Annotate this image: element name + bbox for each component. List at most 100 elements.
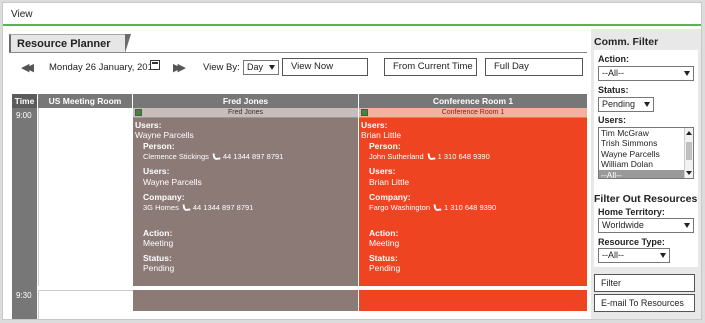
conference-room-header[interactable]: Conference Room 1 bbox=[359, 94, 587, 108]
chevron-down-icon bbox=[684, 71, 690, 76]
resource-planner-tab[interactable]: Resource Planner bbox=[9, 34, 131, 53]
comm-filter-panel: Action: --All-- Status: Pending Users: T… bbox=[594, 50, 698, 207]
view-by-value: Day bbox=[247, 62, 264, 72]
users-option[interactable]: Wayne Parcells bbox=[599, 149, 693, 159]
status-filter-select[interactable]: Pending bbox=[598, 97, 654, 112]
action-value: Meeting bbox=[143, 238, 174, 248]
time-slot-900: 9:00 bbox=[16, 111, 32, 120]
time-column: 9:00 9:30 bbox=[12, 108, 37, 319]
resource-type-select[interactable]: --All-- bbox=[598, 248, 670, 263]
users-option[interactable]: Trish Simmons bbox=[599, 138, 693, 148]
filter-out-panel: Home Territory: Worldwide Resource Type:… bbox=[594, 205, 698, 267]
person-details: Clemence Stickings 44 1344 897 8791 bbox=[143, 152, 283, 161]
current-date: Monday 26 January, 2019 bbox=[49, 62, 159, 73]
appointment-strip: Fred Jones bbox=[133, 108, 358, 118]
previous-day-icon[interactable]: ◀◀ bbox=[21, 61, 34, 74]
home-territory-value: Worldwide bbox=[602, 220, 644, 230]
appointment-conference-room[interactable]: Conference Room 1 Users: Brian Little Pe… bbox=[359, 108, 587, 286]
users-option[interactable]: Tim McGraw bbox=[599, 128, 693, 138]
scroll-down-icon[interactable] bbox=[686, 171, 692, 175]
chevron-down-icon bbox=[660, 253, 666, 258]
chevron-down-icon bbox=[684, 223, 690, 228]
resource-type-value: --All-- bbox=[602, 250, 624, 260]
users-value: Wayne Parcells bbox=[135, 130, 194, 140]
person-name[interactable]: John Sutherland bbox=[369, 152, 424, 161]
conference-room-slot-930[interactable] bbox=[359, 290, 587, 311]
view-by-label: View By: bbox=[203, 62, 240, 73]
scroll-thumb[interactable] bbox=[686, 142, 692, 160]
from-current-time-button[interactable]: From Current Time bbox=[384, 58, 477, 76]
filter-sidebar: Comm. Filter Action: --All-- Status: Pen… bbox=[591, 29, 701, 319]
company-name[interactable]: Fargo Washington bbox=[369, 203, 430, 212]
fred-jones-header[interactable]: Fred Jones bbox=[133, 94, 358, 108]
appointment-strip-name: Conference Room 1 bbox=[441, 109, 505, 116]
users-filter-listbox[interactable]: Tim McGraw Trish Simmons Wayne Parcells … bbox=[598, 127, 694, 179]
full-day-button[interactable]: Full Day bbox=[485, 58, 583, 76]
person-label: Person: bbox=[143, 141, 175, 151]
app-frame: View Resource Planner ◀◀ Monday 26 Janua… bbox=[2, 2, 702, 320]
users-value-2: Brian Little bbox=[369, 177, 410, 187]
home-territory-select[interactable]: Worldwide bbox=[598, 218, 694, 233]
action-label: Action: bbox=[143, 228, 173, 238]
phone-icon bbox=[182, 203, 191, 212]
status-value: Pending bbox=[143, 263, 175, 273]
next-day-icon[interactable]: ▶▶ bbox=[173, 61, 186, 74]
status-filter-label: Status: bbox=[598, 85, 629, 95]
time-slot-930: 9:30 bbox=[16, 291, 32, 300]
status-label: Status: bbox=[369, 253, 398, 263]
time-header: Time bbox=[12, 94, 37, 108]
us-meeting-room-header[interactable]: US Meeting Room bbox=[38, 94, 132, 108]
filter-out-resources-title: Filter Out Resources bbox=[594, 193, 698, 205]
action-value: Meeting bbox=[369, 238, 400, 248]
appointment-fred-jones[interactable]: Fred Jones Users: Wayne Parcells Person:… bbox=[133, 108, 358, 286]
action-filter-label: Action: bbox=[598, 54, 629, 64]
company-phone[interactable]: 1 310 648 9390 bbox=[444, 203, 496, 212]
view-by-select[interactable]: Day bbox=[243, 60, 279, 75]
phone-icon bbox=[427, 152, 436, 161]
users-label-2: Users: bbox=[143, 166, 170, 176]
scroll-up-icon[interactable] bbox=[686, 131, 692, 135]
view-now-button[interactable]: View Now bbox=[282, 58, 368, 76]
resource-type-label: Resource Type: bbox=[598, 237, 665, 247]
chevron-down-icon bbox=[269, 65, 275, 70]
users-value-2: Wayne Parcells bbox=[143, 177, 202, 187]
appointment-strip: Conference Room 1 bbox=[359, 108, 587, 118]
users-option-selected[interactable]: --All-- bbox=[599, 169, 693, 178]
company-details: 3G Homes 44 1344 897 8791 bbox=[143, 203, 253, 212]
view-tab[interactable]: View bbox=[11, 9, 33, 20]
filter-button[interactable]: Filter bbox=[594, 274, 695, 292]
action-filter-select[interactable]: --All-- bbox=[598, 66, 694, 81]
users-filter-label: Users: bbox=[598, 115, 627, 125]
company-label: Company: bbox=[143, 192, 185, 202]
comm-filter-title: Comm. Filter bbox=[594, 36, 659, 48]
users-listbox-scrollbar[interactable] bbox=[684, 128, 693, 178]
phone-icon bbox=[212, 152, 221, 161]
date-navigation: ◀◀ Monday 26 January, 2019 ▶▶ View By: D… bbox=[9, 53, 587, 83]
calendar-icon[interactable] bbox=[150, 60, 160, 70]
top-bar: View bbox=[3, 3, 701, 26]
fred-jones-slot-930[interactable] bbox=[133, 290, 358, 311]
company-phone[interactable]: 44 1344 897 8791 bbox=[193, 203, 253, 212]
status-value: Pending bbox=[369, 263, 401, 273]
person-name[interactable]: Clemence Stickings bbox=[143, 152, 209, 161]
company-details: Fargo Washington 1 310 648 9390 bbox=[369, 203, 496, 212]
person-phone[interactable]: 44 1344 897 8791 bbox=[223, 152, 283, 161]
users-value: Brian Little bbox=[361, 130, 402, 140]
home-territory-label: Home Territory: bbox=[598, 207, 665, 217]
company-name[interactable]: 3G Homes bbox=[143, 203, 179, 212]
users-label: Users: bbox=[361, 120, 388, 130]
phone-icon bbox=[433, 203, 442, 212]
users-label-2: Users: bbox=[369, 166, 396, 176]
us-meeting-room-slot-930[interactable] bbox=[38, 290, 133, 319]
appointment-strip-name: Fred Jones bbox=[227, 109, 264, 116]
users-option[interactable]: William Dolan bbox=[599, 159, 693, 169]
users-label: Users: bbox=[135, 120, 162, 130]
person-phone[interactable]: 1 310 648 9390 bbox=[438, 152, 490, 161]
email-to-resources-button[interactable]: E-mail To Resources bbox=[594, 294, 695, 312]
action-label: Action: bbox=[369, 228, 399, 238]
us-meeting-room-slot-900[interactable] bbox=[38, 108, 133, 286]
action-filter-value: --All-- bbox=[602, 68, 624, 78]
status-filter-value: Pending bbox=[602, 99, 636, 109]
person-label: Person: bbox=[369, 141, 401, 151]
person-details: John Sutherland 1 310 648 9390 bbox=[369, 152, 490, 161]
